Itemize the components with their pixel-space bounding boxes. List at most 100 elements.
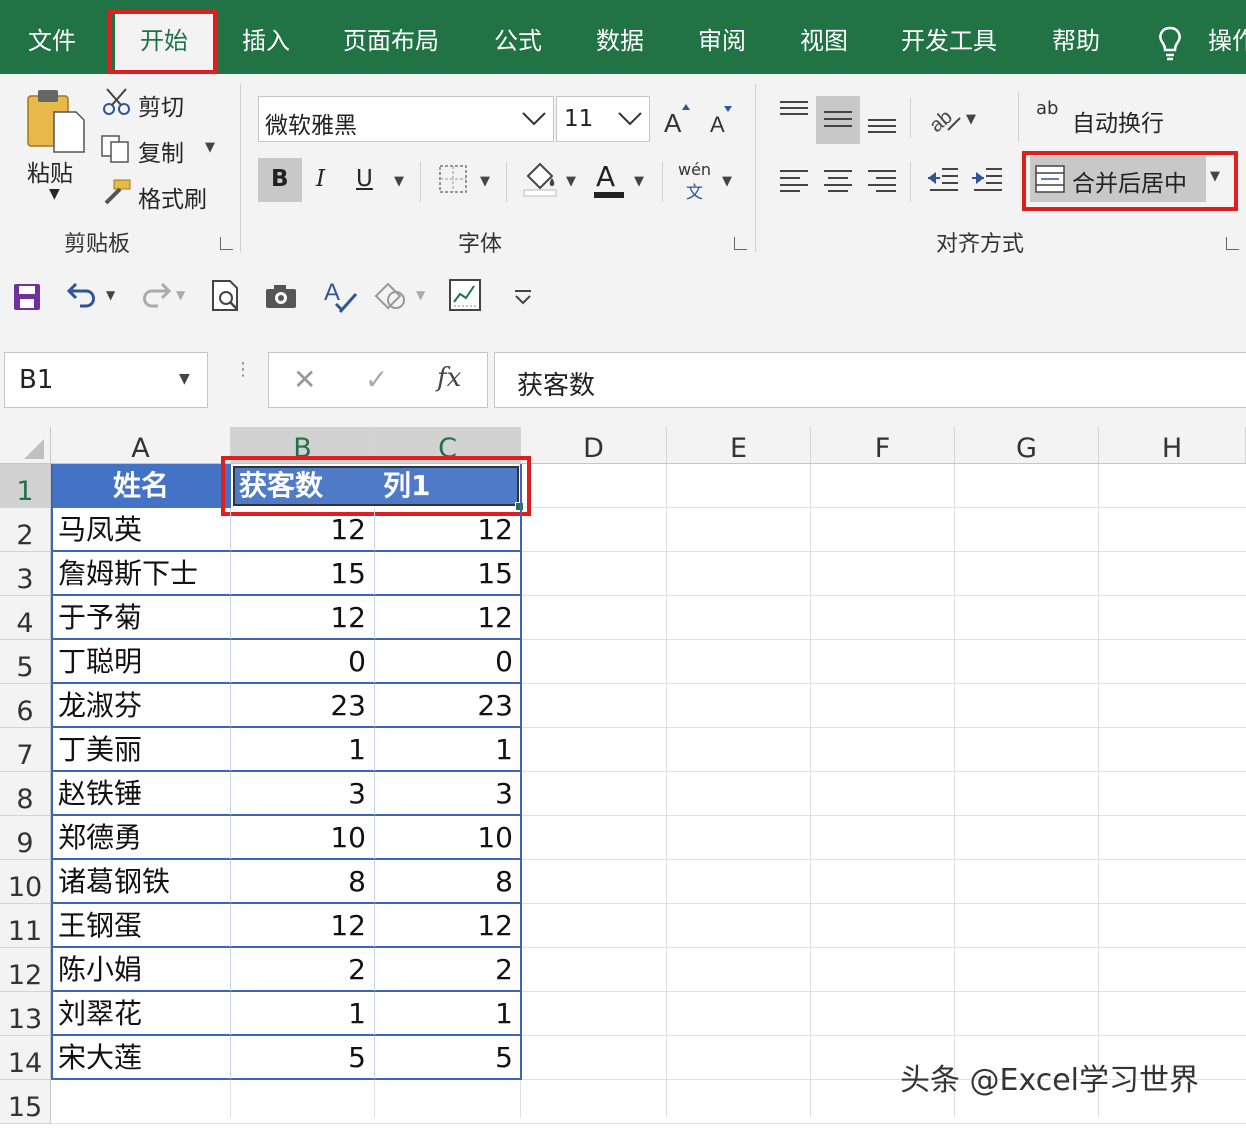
column-header-a[interactable]: A [51,427,231,464]
cell-col1[interactable]: 3 [375,772,521,816]
cell-customers[interactable]: 23 [231,684,375,728]
fill-color-icon[interactable] [522,160,558,198]
cell-name[interactable]: 龙淑芬 [51,684,231,728]
column-header-h[interactable]: H [1099,427,1246,464]
formula-input[interactable]: 获客数 [494,352,1246,408]
phonetic-dropdown-icon[interactable]: ▼ [722,174,732,189]
row-header-14[interactable]: 14 [0,1036,51,1080]
cell-col1[interactable]: 1 [375,728,521,772]
scissors-icon[interactable] [102,88,132,116]
worksheet-grid[interactable]: A B C D E F G H 1 2 3 4 5 6 7 8 9 10 11 12 13 14 15 姓名 获客数 列1 马凤英 1… [0,427,1246,1124]
cell-col1[interactable]: 10 [375,816,521,860]
column-header-e[interactable]: E [667,427,811,464]
increase-indent-icon[interactable] [970,166,1004,192]
redo-dropdown-icon[interactable]: ▼ [176,288,185,302]
shapes-dropdown-icon[interactable]: ▼ [416,288,425,302]
increase-font-icon[interactable]: A [662,102,694,136]
align-right-icon[interactable] [866,168,898,192]
underline-dropdown-icon[interactable]: ▼ [394,174,404,189]
align-center-icon[interactable] [822,168,854,192]
row-header-7[interactable]: 7 [0,728,51,772]
row-header-5[interactable]: 5 [0,640,51,684]
row-header-1[interactable]: 1 [0,464,51,508]
save-icon[interactable] [12,282,42,312]
cell-name[interactable]: 丁美丽 [51,728,231,772]
cell-col1[interactable]: 8 [375,860,521,904]
tab-view[interactable]: 视图 [800,0,848,74]
cell-name[interactable]: 于予菊 [51,596,231,640]
cell-customers[interactable]: 5 [231,1036,375,1080]
shapes-icon[interactable] [372,280,408,312]
cell-customers[interactable]: 12 [231,596,375,640]
tab-data[interactable]: 数据 [596,0,644,74]
row-header-10[interactable]: 10 [0,860,51,904]
cell-name[interactable]: 马凤英 [51,508,231,552]
tab-file[interactable]: 文件 [28,0,76,74]
align-top-icon[interactable] [778,98,810,122]
copy-icon[interactable] [100,134,132,164]
row-header-6[interactable]: 6 [0,684,51,728]
cell-customers[interactable]: 8 [231,860,375,904]
cell-customers[interactable]: 10 [231,816,375,860]
row-header-4[interactable]: 4 [0,596,51,640]
tab-tell-me[interactable]: 操作 [1208,0,1246,74]
enter-icon[interactable]: ✓ [365,363,388,396]
cell-name[interactable]: 王钢蛋 [51,904,231,948]
tab-review[interactable]: 审阅 [698,0,746,74]
row-header-15[interactable]: 15 [0,1080,51,1124]
name-box[interactable]: B1 ▼ [4,352,208,408]
row-header-2[interactable]: 2 [0,508,51,552]
font-color-button[interactable]: A [592,158,626,202]
cell-customers[interactable]: 12 [231,904,375,948]
camera-icon[interactable] [264,282,298,310]
fill-color-dropdown-icon[interactable]: ▼ [566,174,576,189]
row-header-13[interactable]: 13 [0,992,51,1036]
cell-name[interactable]: 郑德勇 [51,816,231,860]
cell-col1[interactable]: 0 [375,640,521,684]
cell-col1[interactable]: 12 [375,904,521,948]
column-header-f[interactable]: F [811,427,955,464]
cell-name[interactable]: 陈小娟 [51,948,231,992]
orientation-dropdown-icon[interactable]: ▼ [966,112,976,127]
format-painter-icon[interactable] [100,178,134,206]
font-name-select[interactable]: 微软雅黑 [258,96,554,142]
copy-dropdown-icon[interactable]: ▼ [205,140,215,155]
cell-customers[interactable]: 2 [231,948,375,992]
cell-name[interactable]: 赵铁锤 [51,772,231,816]
cell-name[interactable]: 诸葛钢铁 [51,860,231,904]
row-header-3[interactable]: 3 [0,552,51,596]
align-middle-button[interactable] [816,96,860,144]
borders-dropdown-icon[interactable]: ▼ [480,174,490,189]
cell-name[interactable]: 詹姆斯下士 [51,552,231,596]
row-header-11[interactable]: 11 [0,904,51,948]
formula-bar-grip-icon[interactable]: ⋮ [234,361,252,379]
cut-button[interactable]: 剪切 [138,88,184,122]
cell-customers[interactable]: 1 [231,992,375,1036]
clipboard-launcher-icon[interactable] [220,237,233,250]
tab-help[interactable]: 帮助 [1052,0,1100,74]
undo-icon[interactable] [66,280,100,310]
column-header-g[interactable]: G [955,427,1099,464]
tab-formulas[interactable]: 公式 [494,0,542,74]
table-header-name[interactable]: 姓名 [51,464,231,508]
cancel-icon[interactable]: ✕ [293,363,316,396]
cell-col1[interactable]: 12 [375,508,521,552]
cell-col1[interactable]: 23 [375,684,521,728]
cell-customers[interactable]: 0 [231,640,375,684]
paste-dropdown-icon[interactable]: ▼ [49,186,60,202]
cell-customers[interactable]: 1 [231,728,375,772]
chart-icon[interactable] [448,278,482,312]
font-size-select[interactable]: 11 [556,96,650,142]
tab-insert[interactable]: 插入 [242,0,290,74]
cell-customers[interactable]: 12 [231,508,375,552]
bold-button[interactable]: B [258,158,302,202]
select-all-corner[interactable] [0,427,51,464]
cell-name[interactable]: 宋大莲 [51,1036,231,1080]
italic-button[interactable]: I [316,166,325,192]
tab-developer[interactable]: 开发工具 [901,0,997,74]
print-preview-icon[interactable] [210,278,242,314]
cell-name[interactable]: 刘翠花 [51,992,231,1036]
tab-page-layout[interactable]: 页面布局 [343,0,439,74]
font-color-dropdown-icon[interactable]: ▼ [634,174,644,189]
cell-col1[interactable]: 12 [375,596,521,640]
